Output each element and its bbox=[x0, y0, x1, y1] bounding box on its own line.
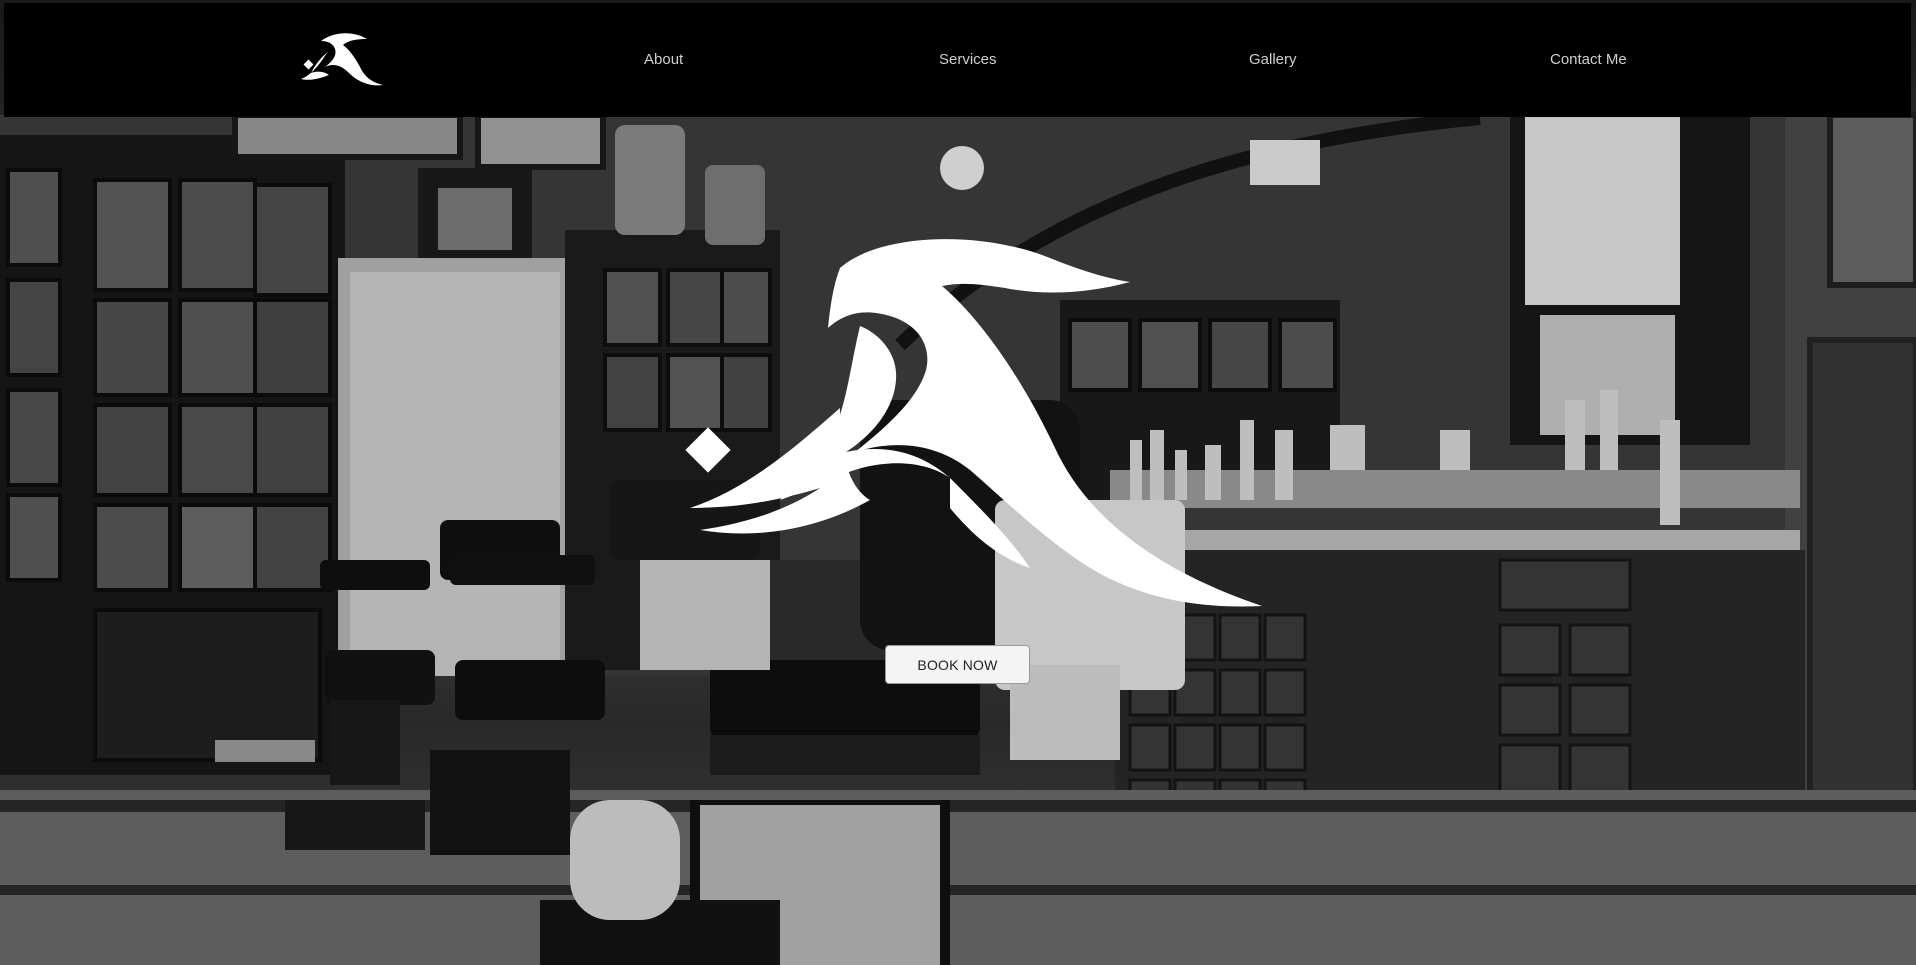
nav-link-about[interactable]: About bbox=[644, 51, 683, 68]
top-navbar: About Services Gallery Contact Me bbox=[4, 3, 1911, 117]
hero-monogram-logo-icon bbox=[650, 238, 1280, 618]
nav-link-gallery[interactable]: Gallery bbox=[1249, 51, 1297, 68]
book-now-button[interactable]: BOOK NOW bbox=[885, 645, 1030, 684]
nav-link-services[interactable]: Services bbox=[939, 51, 997, 68]
nav-link-contact-me[interactable]: Contact Me bbox=[1550, 51, 1627, 68]
blackletter-monogram-logo-icon[interactable] bbox=[299, 31, 385, 91]
